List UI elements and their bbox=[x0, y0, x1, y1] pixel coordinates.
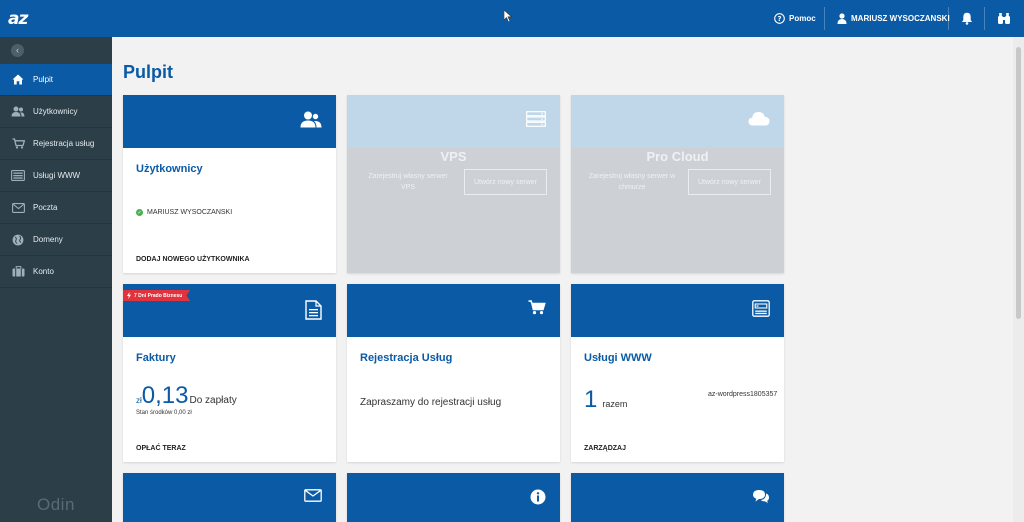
help-link[interactable]: ? Pomoc bbox=[774, 0, 816, 37]
web-services-icon bbox=[11, 170, 25, 182]
sidebar-item-service-registration[interactable]: Rejestracja usług bbox=[0, 128, 112, 160]
cart-icon bbox=[11, 138, 25, 150]
help-label: Pomoc bbox=[789, 14, 816, 23]
service-count: 1 razem bbox=[584, 386, 627, 414]
sidebar-item-users[interactable]: Użytkownicy bbox=[0, 96, 112, 128]
service-registration-card[interactable]: Rejestracja Usług Zapraszamy do rejestra… bbox=[347, 284, 560, 462]
sidebar-item-label: Pulpit bbox=[33, 75, 54, 84]
card-title[interactable]: Usługi WWW bbox=[584, 352, 652, 364]
help-icon: ? bbox=[774, 13, 785, 24]
invoices-card[interactable]: 7 Dni Prado Biznesu Faktury zł 0,13 Do z… bbox=[123, 284, 336, 462]
card-title: Pro Cloud bbox=[646, 149, 709, 164]
card-title[interactable]: Faktury bbox=[136, 352, 176, 364]
cart-icon bbox=[528, 300, 546, 315]
page-scrollbar[interactable] bbox=[1013, 37, 1024, 522]
pay-now-link[interactable]: OPŁAĆ TERAZ bbox=[136, 445, 186, 452]
card-title[interactable]: Użytkownicy bbox=[136, 163, 203, 175]
sidebar-collapse-button[interactable]: ‹ bbox=[11, 44, 24, 57]
card-header bbox=[123, 95, 336, 148]
mail-icon bbox=[304, 489, 322, 502]
check-icon: ✓ bbox=[136, 209, 143, 216]
sidebar-item-label: Usługi WWW bbox=[33, 171, 81, 180]
card-description: Zarejestruj własny serwer w chmurze bbox=[588, 173, 676, 191]
card-title: VPS bbox=[440, 149, 467, 164]
web-services-icon bbox=[752, 300, 770, 317]
svg-text:?: ? bbox=[777, 15, 781, 23]
balance-text: Stan środków 0,00 zł bbox=[136, 410, 192, 416]
pro-cloud-card: Pro Cloud Zarejestruj własny serwer w ch… bbox=[571, 95, 784, 273]
sidebar-item-web-services[interactable]: Usługi WWW bbox=[0, 160, 112, 192]
card-description: Zapraszamy do rejestracji usług bbox=[360, 397, 502, 408]
globe-icon bbox=[11, 234, 25, 246]
web-service-domain[interactable]: az-wordpress1805357 bbox=[708, 385, 778, 405]
home-icon bbox=[11, 74, 25, 86]
card-header bbox=[571, 95, 784, 148]
users-icon bbox=[11, 106, 25, 118]
card-header: 7 Dni Prado Biznesu bbox=[123, 284, 336, 337]
scrollbar-thumb[interactable] bbox=[1016, 47, 1021, 319]
binoculars-icon bbox=[998, 13, 1010, 24]
divider bbox=[948, 7, 949, 30]
users-icon bbox=[300, 111, 322, 128]
cloud-icon bbox=[748, 112, 770, 126]
card-header bbox=[347, 473, 560, 522]
sidebar-item-label: Rejestracja usług bbox=[33, 139, 95, 148]
amount-value: 0,13 bbox=[141, 382, 189, 409]
card-header bbox=[571, 473, 784, 522]
manage-link[interactable]: ZARZĄDZAJ bbox=[584, 445, 626, 452]
az-logo[interactable]: az bbox=[8, 9, 28, 29]
sidebar-item-label: Użytkownicy bbox=[33, 107, 78, 116]
mouse-cursor-icon bbox=[504, 10, 512, 22]
card-title[interactable]: Rejestracja Usług bbox=[360, 352, 452, 364]
mail-icon bbox=[11, 202, 25, 214]
card-header bbox=[347, 95, 560, 148]
create-server-button[interactable]: Utwórz nowy serwer bbox=[688, 169, 771, 195]
mail-card[interactable] bbox=[123, 473, 336, 522]
sidebar-item-pulpit[interactable]: Pulpit bbox=[0, 64, 112, 96]
chat-icon bbox=[753, 490, 769, 503]
add-user-link[interactable]: DODAJ NOWEGO UŻYTKOWNIKA bbox=[136, 256, 250, 263]
service-count-value: 1 bbox=[584, 386, 598, 413]
user-entry-name: MARIUSZ WYSOCZANSKI bbox=[147, 209, 233, 216]
user-name: MARIUSZ WYSOCZANSKI bbox=[851, 14, 950, 23]
user-icon bbox=[837, 13, 847, 24]
sidebar-item-account[interactable]: Konto bbox=[0, 256, 112, 288]
promo-ribbon-label: 7 Dni Prado Biznesu bbox=[134, 292, 183, 299]
sidebar-item-mail[interactable]: Poczta bbox=[0, 192, 112, 224]
sidebar-item-domains[interactable]: Domeny bbox=[0, 224, 112, 256]
amount-label: Do zapłaty bbox=[189, 395, 237, 406]
bell-icon bbox=[961, 12, 973, 25]
info-card[interactable] bbox=[347, 473, 560, 522]
promo-ribbon: 7 Dni Prado Biznesu bbox=[123, 290, 191, 301]
users-card[interactable]: Użytkownicy ✓ MARIUSZ WYSOCZANSKI DODAJ … bbox=[123, 95, 336, 273]
lightning-icon bbox=[127, 292, 131, 299]
user-menu[interactable]: MARIUSZ WYSOCZANSKI bbox=[837, 0, 950, 37]
vps-card: VPS Zarejestruj własny serwer VPS Utwórz… bbox=[347, 95, 560, 273]
card-header bbox=[571, 284, 784, 337]
briefcase-icon bbox=[11, 266, 25, 278]
card-header bbox=[123, 473, 336, 522]
odin-logo: Odin bbox=[37, 495, 75, 514]
card-header bbox=[347, 284, 560, 337]
page-title: Pulpit bbox=[123, 62, 173, 82]
notifications-button[interactable] bbox=[961, 0, 977, 37]
card-description: Zarejestruj własny serwer VPS bbox=[368, 173, 448, 191]
create-server-button[interactable]: Utwórz nowy serwer bbox=[464, 169, 547, 195]
server-icon bbox=[526, 111, 546, 127]
info-icon bbox=[530, 489, 546, 505]
amount-due: zł 0,13 Do zapłaty bbox=[136, 382, 237, 410]
service-count-label: razem bbox=[602, 399, 628, 409]
divider bbox=[984, 7, 985, 30]
sidebar-item-label: Domeny bbox=[33, 235, 63, 244]
web-services-card[interactable]: Usługi WWW 1 razem az-wordpress1805357 Z… bbox=[571, 284, 784, 462]
user-entry[interactable]: ✓ MARIUSZ WYSOCZANSKI bbox=[136, 209, 232, 216]
divider bbox=[824, 7, 825, 30]
document-icon bbox=[305, 300, 322, 320]
support-card[interactable] bbox=[571, 473, 784, 522]
sidebar-item-label: Konto bbox=[33, 267, 54, 276]
top-bar: az ? Pomoc MARIUSZ WYSOCZANSKI bbox=[0, 0, 1024, 37]
sidebar-item-label: Poczta bbox=[33, 203, 58, 212]
search-button[interactable] bbox=[997, 0, 1015, 37]
sidebar: ‹ Pulpit Użytkownicy Rejestracja usług U… bbox=[0, 37, 112, 522]
